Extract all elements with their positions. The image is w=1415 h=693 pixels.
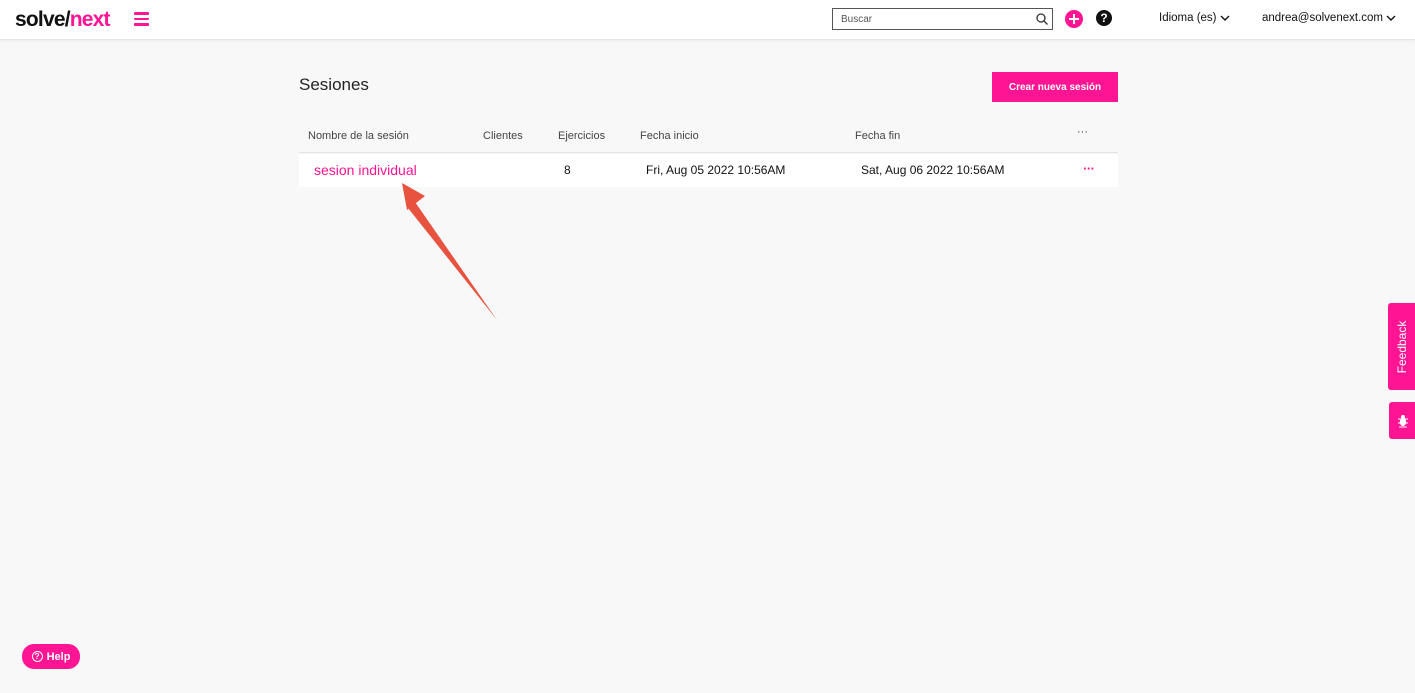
feedback-tab[interactable]: Feedback [1388, 303, 1415, 390]
help-label: Help [46, 650, 71, 663]
chevron-down-icon [1220, 15, 1230, 21]
session-end-date: Sat, Aug 06 2022 10:56AM [861, 163, 1005, 177]
help-circle-icon: ? [31, 651, 43, 662]
plus-icon[interactable] [1065, 10, 1083, 28]
help-button[interactable]: ? Help [22, 644, 80, 669]
column-clients: Clientes [483, 130, 523, 142]
session-exercises: 8 [564, 163, 571, 177]
column-exercises: Ejercicios [558, 130, 606, 142]
user-menu[interactable]: andrea@solvenext.com [1262, 12, 1396, 24]
chevron-down-icon [1386, 15, 1396, 21]
language-label: Idioma (es) [1159, 12, 1217, 24]
session-name-link[interactable]: sesion individual [314, 162, 417, 178]
search-input[interactable] [833, 9, 1028, 29]
menu-icon[interactable] [134, 12, 149, 26]
column-end: Fecha fin [855, 130, 901, 142]
search-icon[interactable] [1035, 12, 1049, 26]
top-bar: solve/next ? Idioma (es) andrea@solvenex… [0, 0, 1415, 40]
logo-main: solve/ [15, 8, 71, 31]
table-header: Nombre de la sesión Clientes Ejercicios … [299, 122, 1118, 153]
row-actions-icon[interactable]: ··· [1083, 161, 1095, 176]
feedback-label: Feedback [1394, 320, 1409, 373]
create-session-button[interactable]: Crear nueva sesión [992, 72, 1118, 102]
logo[interactable]: solve/next [15, 8, 111, 32]
column-name: Nombre de la sesión [308, 130, 409, 142]
bug-icon [1398, 415, 1408, 428]
annotation-arrow [402, 183, 497, 320]
column-start: Fecha inicio [640, 130, 699, 142]
logo-accent: next [69, 8, 111, 31]
column-actions-icon[interactable]: ··· [1077, 126, 1088, 138]
language-selector[interactable]: Idioma (es) [1159, 12, 1230, 24]
search-box [832, 8, 1053, 30]
user-email: andrea@solvenext.com [1262, 12, 1383, 24]
session-start-date: Fri, Aug 05 2022 10:56AM [646, 163, 786, 177]
question-icon[interactable]: ? [1096, 10, 1112, 26]
page-title: Sesiones [299, 75, 369, 94]
bug-report-tab[interactable] [1389, 402, 1415, 439]
